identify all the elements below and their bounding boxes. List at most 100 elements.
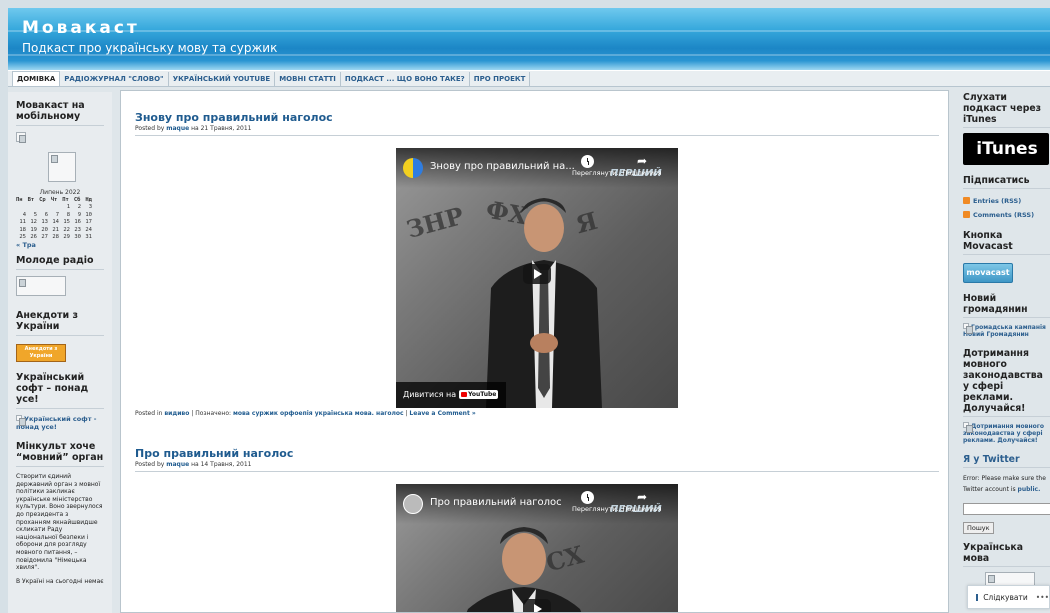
jokes-badge[interactable]: Анекдоти з України xyxy=(16,344,66,362)
comment-link[interactable]: Leave a Comment » xyxy=(409,410,475,417)
nav-item-home[interactable]: ДОМІВКА xyxy=(12,70,61,87)
category-link[interactable]: видиво xyxy=(164,410,189,417)
rss-entries-link[interactable]: Entries (RSS) xyxy=(963,194,1050,208)
share-icon: ➦ xyxy=(636,490,648,504)
nav-item-articles[interactable]: МОВНІ СТАТТІ xyxy=(275,71,341,86)
radio-heading: Молоде радіо xyxy=(16,255,104,270)
calendar-day: 13 xyxy=(41,219,48,225)
calendar-day: 12 xyxy=(30,219,37,225)
watch-later-button[interactable]: Переглянути... xyxy=(572,155,623,177)
channel-avatar[interactable] xyxy=(403,494,423,514)
rss-comments-label: Comments (RSS) xyxy=(973,211,1035,219)
share-label: Поділитися xyxy=(622,169,662,177)
nav-item-radio[interactable]: РАДІОЖУРНАЛ "СЛОВО" xyxy=(60,71,169,86)
calendar-day-name: Ср xyxy=(39,196,46,203)
share-button[interactable]: ➦ Поділитися xyxy=(622,490,662,514)
share-button[interactable]: ➦ Поділитися xyxy=(622,155,662,178)
watch-on-label: Дивитися на xyxy=(403,390,457,399)
lang-heading: Українська мова xyxy=(963,542,1050,567)
calendar-day-name: Пт xyxy=(62,196,69,203)
play-button[interactable] xyxy=(523,264,551,284)
calendar-day: 7 xyxy=(55,211,59,218)
youtube-play-icon xyxy=(461,392,468,397)
youtube-logo: YouTube xyxy=(459,390,499,399)
follow-icon xyxy=(976,593,979,601)
post-author[interactable]: maque xyxy=(166,125,189,132)
post-title[interactable]: Про правильний наголос xyxy=(135,447,939,460)
video-title[interactable]: Знову про правильний на... xyxy=(430,161,575,172)
broken-image-icon xyxy=(963,422,973,433)
video-player[interactable]: ЗНР Я ФХ Знову про правильний на... ПЕРШ… xyxy=(396,148,678,408)
calendar-day: 5 xyxy=(33,211,37,218)
calendar-day xyxy=(27,204,37,212)
page: Мовакаст Подкаст про українську мову та … xyxy=(0,0,1050,613)
law-heading: Дотримання мовного законодавства у сфері… xyxy=(963,348,1050,417)
calendar-body: 1 2 3 4 5 6 7 8 9 10 11 12 13 14 15 16 17 18 19 20 21 22 23 24 2… xyxy=(16,204,104,242)
twitter-public-link[interactable]: public. xyxy=(1018,486,1041,493)
follow-button[interactable]: Слідкувати ••• xyxy=(967,585,1050,609)
search-input[interactable] xyxy=(963,503,1050,515)
posted-by-label: Posted by xyxy=(135,125,165,132)
watch-later-label: Переглянути... xyxy=(572,505,623,513)
itunes-badge[interactable]: iTunes xyxy=(963,133,1049,165)
video-player[interactable]: СХ Про правильний наголос ПЕРШИЙ Перегля… xyxy=(396,484,678,612)
site-header: Мовакаст Подкаст про українську мову та … xyxy=(8,8,1050,70)
law-link[interactable]: Дотримання мовного законодавства у сфері… xyxy=(963,422,1050,444)
broken-image-icon[interactable] xyxy=(16,132,26,143)
mincult-heading: Мінкульт хоче “мовний” орган xyxy=(16,441,104,467)
calendar-day: 16 xyxy=(74,219,81,225)
law-link-text: Дотримання мовного законодавства у сфері… xyxy=(963,423,1044,444)
calendar-day xyxy=(49,204,59,212)
calendar-day: 21 xyxy=(52,226,59,233)
rss-icon xyxy=(963,211,970,218)
calendar-day-name: Пн xyxy=(16,196,23,203)
calendar-day: 3 xyxy=(88,204,92,210)
qr-code-image[interactable] xyxy=(48,152,76,182)
citizen-link-text: Громадська кампанія Новий Громадянин xyxy=(963,324,1046,338)
calendar-day: 23 xyxy=(74,226,81,233)
calendar-day: 15 xyxy=(63,219,70,225)
radio-banner-image[interactable] xyxy=(16,276,66,296)
channel-avatar[interactable] xyxy=(403,158,423,178)
site-description: Подкаст про українську мову та суржик xyxy=(22,41,278,55)
clock-icon xyxy=(580,155,594,168)
calendar-day xyxy=(16,204,26,212)
play-button[interactable] xyxy=(523,599,551,612)
calendar-prev-link[interactable]: « Тра xyxy=(16,241,104,250)
post-footer: Posted in видиво | Позначено: мова суржи… xyxy=(135,410,476,417)
calendar-day: 18 xyxy=(19,226,26,233)
twitter-heading: Я у Twitter xyxy=(963,454,1050,468)
button-heading: Кнопка Movacast xyxy=(963,230,1050,255)
right-sidebar: Слухати подкаст через iTunes iTunes Підп… xyxy=(960,92,1050,613)
post-author[interactable]: maque xyxy=(166,461,189,468)
window-edge-top xyxy=(0,0,1050,8)
soft-link[interactable]: Український софт - понад усе! xyxy=(16,415,104,431)
movacast-button[interactable]: movacast xyxy=(963,263,1013,283)
more-icon[interactable]: ••• xyxy=(1036,593,1049,602)
watch-on-youtube-button[interactable]: Дивитися на YouTube xyxy=(396,382,506,408)
nav-item-about[interactable]: ПРО ПРОЕКТ xyxy=(470,71,531,86)
nav-item-podcast[interactable]: ПОДКАСТ ... ЩО ВОНО ТАКЕ? xyxy=(341,71,470,86)
calendar-day: 30 xyxy=(74,234,81,240)
main-nav: ДОМІВКА РАДІОЖУРНАЛ "СЛОВО" УКРАЇНСЬКИЙ … xyxy=(8,70,1050,87)
citizen-link[interactable]: Громадська кампанія Новий Громадянин xyxy=(963,323,1050,338)
calendar-day: 17 xyxy=(85,219,92,225)
nav-item-youtube[interactable]: УКРАЇНСЬКИЙ YOUTUBE xyxy=(169,71,276,86)
site-title[interactable]: Мовакаст xyxy=(22,18,140,38)
post-title[interactable]: Знову про правильний наголос xyxy=(135,111,939,124)
rss-icon xyxy=(963,197,970,204)
soft-link-text: Український софт - понад усе! xyxy=(16,415,97,431)
calendar-day: 11 xyxy=(19,219,26,225)
calendar-day-name: Вт xyxy=(27,196,35,203)
video-title[interactable]: Про правильний наголос xyxy=(430,497,562,508)
watch-later-button[interactable]: Переглянути... xyxy=(572,491,623,513)
calendar-day: 6 xyxy=(44,211,48,218)
tags-link[interactable]: мова суржик орфоепія українська мова. на… xyxy=(233,410,404,417)
post-meta: Posted by maque на 14 Травня, 2011 xyxy=(135,460,939,472)
search-button[interactable]: Пошук xyxy=(963,522,994,534)
rss-comments-link[interactable]: Comments (RSS) xyxy=(963,208,1050,222)
calendar-day: 19 xyxy=(30,226,37,233)
calendar-day: 27 xyxy=(41,234,48,240)
window-edge-left xyxy=(0,0,8,613)
calendar-caption: Липень 2022 xyxy=(39,189,81,196)
